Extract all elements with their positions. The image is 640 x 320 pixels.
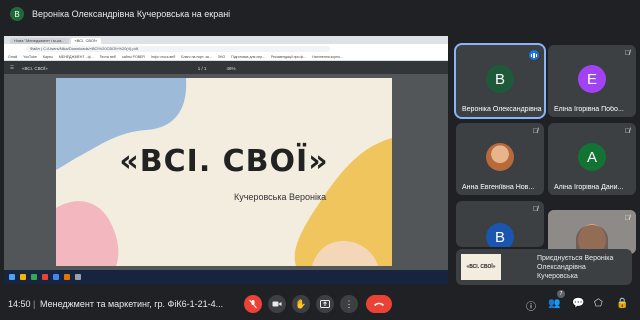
activities-icon[interactable]: ⬠ bbox=[594, 298, 603, 309]
people-icon[interactable]: 👥 bbox=[548, 298, 560, 309]
toast-line: Приєднується Вероніка bbox=[537, 254, 614, 262]
participant-name: Вероніка Олександрівна... bbox=[462, 106, 542, 113]
pdf-page-counter: 1 / 1 bbox=[197, 65, 207, 71]
browser-tab-bar: Нова "Менеджмент і м-ка... «ВСІ. СВОЇ» bbox=[4, 36, 448, 44]
presenter-label: Вероніка Олександрівна Кучеровська на ек… bbox=[32, 9, 231, 19]
start-icon bbox=[9, 274, 15, 280]
participant-avatar: B bbox=[486, 65, 514, 93]
participant-avatar: E bbox=[578, 65, 606, 93]
pdf-zoom: 46% bbox=[226, 65, 236, 71]
participant-count-badge: 7 bbox=[557, 290, 565, 298]
bookmark: Благо на порт. за... bbox=[181, 54, 212, 59]
mic-off-icon: 🎙̸ bbox=[624, 50, 630, 57]
pdf-viewer: «ВСІ. СВОЇ» Кучеровська Вероніка bbox=[4, 74, 448, 270]
bookmark: Рекомендації при ф... bbox=[271, 54, 307, 59]
bookmark: YouTube bbox=[23, 54, 37, 59]
bookmarks-bar: Gmail YouTube Карты МЕНЕДЖМЕНТ - ф... Те… bbox=[4, 53, 448, 61]
bookmark: Gmail bbox=[8, 54, 18, 59]
bookmark: сайты POBER bbox=[121, 54, 145, 59]
meeting-info-icon[interactable]: ⓘ bbox=[526, 298, 536, 313]
participant-tile[interactable]: B 🎙̸ bbox=[456, 201, 544, 247]
bookmark: ЗНО bbox=[217, 54, 226, 59]
taskbar-app-icon bbox=[20, 274, 26, 280]
participant-tile[interactable]: A 🎙̸ Аліна Ігорівна Дани... bbox=[548, 123, 636, 195]
camera-toggle-button[interactable] bbox=[268, 295, 286, 313]
participant-tile[interactable]: 🎙̸ Анна Евгеніївна Нов... bbox=[456, 123, 544, 195]
mic-off-icon: 🎙̸ bbox=[532, 128, 538, 135]
presenting-banner: B Вероніка Олександрівна Кучеровська на … bbox=[0, 0, 640, 28]
windows-taskbar bbox=[4, 270, 448, 284]
leave-call-button[interactable] bbox=[366, 295, 392, 313]
address-field: Файл | C:/Users/Nika/Downloads/«ВСІ%20СВ… bbox=[26, 45, 330, 52]
mic-off-icon: 🎙̸ bbox=[624, 128, 630, 135]
participant-avatar: A bbox=[578, 143, 606, 171]
chat-icon[interactable]: 💬 bbox=[572, 298, 584, 309]
mic-off-icon bbox=[249, 299, 257, 309]
participant-name: Анна Евгеніївна Нов... bbox=[462, 184, 535, 191]
taskbar-app-icon bbox=[53, 274, 59, 280]
host-controls-icon[interactable]: 🔒 bbox=[616, 298, 628, 309]
present-icon bbox=[320, 300, 330, 308]
taskbar-app-icon bbox=[64, 274, 70, 280]
slide-author: Кучеровська Вероніка bbox=[234, 192, 327, 202]
more-vert-icon: ⋮ bbox=[344, 298, 354, 309]
toast-line: Олександрівна bbox=[537, 263, 586, 271]
speaking-indicator-icon bbox=[529, 50, 539, 60]
pink-blob bbox=[56, 201, 119, 266]
toast-line: Кучеровська bbox=[537, 272, 578, 280]
meeting-title: Менеджмент та маркетинг, гр. ФіК6-1-21-4… bbox=[40, 299, 224, 309]
bookmark: Карты bbox=[42, 54, 53, 59]
browser-tab: Нова "Менеджмент і м-ка... bbox=[10, 38, 69, 44]
more-options-button[interactable]: ⋮ bbox=[340, 295, 358, 313]
raise-hand-button[interactable]: ✋ bbox=[292, 295, 310, 313]
participant-tile[interactable]: B Вероніка Олександрівна... bbox=[454, 43, 546, 119]
bookmark: МЕНЕДЖМЕНТ - ф... bbox=[58, 54, 94, 59]
participant-name: Еліна Ігорівна Побо... bbox=[554, 106, 624, 113]
clock: 14:50 bbox=[8, 299, 31, 309]
mic-off-icon: 🎙̸ bbox=[624, 215, 630, 222]
present-button[interactable] bbox=[316, 295, 334, 313]
participant-name: Аліна Ігорівна Дани... bbox=[554, 184, 624, 191]
participant-tile[interactable]: E 🎙̸ Еліна Ігорівна Побо... bbox=[548, 45, 636, 117]
taskbar-app-icon bbox=[42, 274, 48, 280]
hand-icon: ✋ bbox=[295, 298, 307, 309]
bookmark: Тесты веб bbox=[99, 54, 116, 59]
menu-icon: ☰ bbox=[10, 65, 15, 70]
mic-off-icon: 🎙̸ bbox=[532, 206, 538, 213]
slide-title: «ВСІ. СВОЇ» bbox=[119, 144, 329, 179]
bookmark: Підготовка для сер... bbox=[231, 54, 265, 59]
bookmark: Натхнення корпо... bbox=[312, 54, 343, 59]
meeting-control-bar: 14:50 | Менеджмент та маркетинг, гр. ФіК… bbox=[0, 288, 640, 320]
self-view-tile[interactable]: 🎙̸ bbox=[548, 210, 636, 254]
toast-thumbnail: «ВСІ. СВОЇ» bbox=[461, 254, 501, 280]
browser-address-bar: Файл | C:/Users/Nika/Downloads/«ВСІ%20СВ… bbox=[4, 44, 448, 53]
toast-message: Приєднується Вероніка Олександрівна Куче… bbox=[537, 254, 613, 281]
join-notification: «ВСІ. СВОЇ» Приєднується Вероніка Олекса… bbox=[456, 249, 632, 285]
presenter-avatar: B bbox=[10, 7, 24, 21]
participant-avatar: B bbox=[486, 223, 514, 247]
pdf-toolbar: ☰ «ВСІ. СВОЇ» 1 / 1 46% bbox=[4, 61, 448, 75]
bookmark: Інфо чтось веб bbox=[150, 54, 176, 59]
camera-icon bbox=[272, 301, 282, 307]
mic-toggle-button[interactable] bbox=[244, 295, 262, 313]
shared-screen: Нова "Менеджмент і м-ка... «ВСІ. СВОЇ» Ф… bbox=[4, 36, 448, 284]
browser-tab-active: «ВСІ. СВОЇ» bbox=[70, 38, 102, 44]
participant-photo bbox=[486, 143, 514, 171]
self-video bbox=[548, 210, 636, 254]
pdf-title: «ВСІ. СВОЇ» bbox=[22, 65, 48, 71]
taskbar-app-icon bbox=[31, 274, 37, 280]
taskbar-app-icon bbox=[75, 274, 81, 280]
separator: | bbox=[33, 299, 36, 309]
hang-up-icon bbox=[374, 302, 384, 306]
slide: «ВСІ. СВОЇ» Кучеровська Вероніка bbox=[56, 78, 392, 266]
